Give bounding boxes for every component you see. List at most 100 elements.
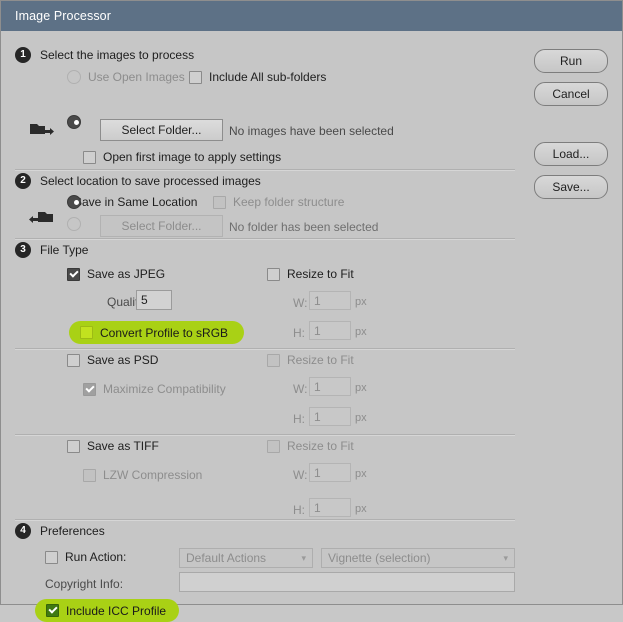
tiff-height-unit: px bbox=[355, 503, 367, 515]
resize-to-fit-tiff-label: Resize to Fit bbox=[287, 439, 354, 453]
quality-input[interactable]: 5 bbox=[136, 290, 172, 310]
save-as-tiff-label: Save as TIFF bbox=[87, 439, 159, 453]
use-open-images-label: Use Open Images bbox=[88, 70, 185, 84]
run-button-label: Run bbox=[559, 54, 582, 68]
action-buttons-column: Run Cancel Load... Save... bbox=[517, 31, 622, 604]
section-divider-1 bbox=[15, 169, 515, 171]
open-first-image-label: Open first image to apply settings bbox=[103, 150, 282, 164]
checkbox-indicator bbox=[83, 150, 96, 164]
checkbox-indicator[interactable] bbox=[46, 604, 59, 617]
copyright-info-input[interactable] bbox=[179, 572, 515, 592]
tiff-width-input[interactable]: 1 bbox=[309, 463, 351, 482]
include-subfolders-checkbox[interactable]: Include All sub-folders bbox=[189, 70, 326, 84]
resize-to-fit-jpeg-label: Resize to Fit bbox=[287, 267, 354, 281]
checkbox-indicator bbox=[189, 70, 202, 84]
action-value: Vignette (selection) bbox=[328, 551, 431, 565]
save-button-label: Save... bbox=[552, 180, 590, 194]
checkbox-indicator bbox=[67, 267, 80, 281]
checkbox-indicator bbox=[267, 439, 280, 453]
chevron-down-icon: ▾ bbox=[503, 552, 508, 563]
jpeg-height-input[interactable]: 1 bbox=[309, 321, 351, 340]
checkbox-indicator bbox=[83, 468, 96, 482]
settings-column: 1 Select the images to process Use Open … bbox=[1, 31, 517, 622]
select-folder-button-source[interactable]: Select Folder... bbox=[100, 119, 223, 141]
folder-export-icon bbox=[30, 124, 54, 135]
section-2-header: 2 Select location to save processed imag… bbox=[15, 173, 261, 189]
action-dropdown[interactable]: Vignette (selection) ▾ bbox=[321, 548, 515, 568]
dialog-body: 1 Select the images to process Use Open … bbox=[1, 31, 622, 622]
filetype-divider-2 bbox=[15, 434, 515, 436]
cancel-button-label: Cancel bbox=[552, 87, 590, 101]
radio-indicator bbox=[67, 115, 81, 129]
checkbox-indicator bbox=[67, 439, 80, 453]
save-as-psd-label: Save as PSD bbox=[87, 353, 159, 367]
section-divider-3 bbox=[15, 519, 515, 521]
section-divider-2 bbox=[15, 238, 515, 240]
run-action-label: Run Action: bbox=[65, 550, 127, 564]
filetype-divider-1 bbox=[15, 348, 515, 350]
run-action-checkbox[interactable]: Run Action: bbox=[45, 550, 126, 564]
jpeg-height-label: H: bbox=[293, 326, 305, 340]
select-folder-button-label: Select Folder... bbox=[121, 123, 202, 137]
resize-to-fit-psd-checkbox: Resize to Fit bbox=[267, 353, 354, 367]
section-1-header: 1 Select the images to process bbox=[15, 47, 194, 63]
save-as-jpeg-label: Save as JPEG bbox=[87, 267, 166, 281]
include-icc-profile-highlight[interactable]: Include ICC Profile bbox=[35, 599, 179, 622]
section-2-badge: 2 bbox=[15, 173, 31, 189]
include-icc-profile-label: Include ICC Profile bbox=[66, 603, 167, 618]
resize-to-fit-jpeg-checkbox[interactable]: Resize to Fit bbox=[267, 267, 354, 281]
psd-height-input[interactable]: 1 bbox=[309, 407, 351, 426]
lzw-compression-checkbox: LZW Compression bbox=[83, 468, 202, 482]
load-button-label: Load... bbox=[552, 147, 590, 161]
checkbox-indicator bbox=[67, 353, 80, 367]
open-first-image-checkbox[interactable]: Open first image to apply settings bbox=[83, 150, 281, 164]
resize-to-fit-psd-label: Resize to Fit bbox=[287, 353, 354, 367]
section-1-title: Select the images to process bbox=[40, 48, 195, 62]
maximize-compatibility-label: Maximize Compatibility bbox=[103, 382, 226, 396]
section-4-title: Preferences bbox=[40, 524, 105, 538]
section-2-title: Select location to save processed images bbox=[40, 174, 261, 188]
no-images-status: No images have been selected bbox=[229, 124, 394, 138]
psd-width-unit: px bbox=[355, 382, 367, 394]
psd-height-label: H: bbox=[293, 412, 305, 426]
section-3-header: 3 File Type bbox=[15, 242, 88, 258]
convert-profile-srgb-label: Convert Profile to sRGB bbox=[100, 325, 229, 340]
select-folder-button-destination: Select Folder... bbox=[100, 215, 223, 237]
lzw-compression-label: LZW Compression bbox=[103, 468, 203, 482]
window-title: Image Processor bbox=[15, 9, 111, 23]
chevron-down-icon: ▾ bbox=[301, 552, 306, 563]
convert-profile-srgb-highlight[interactable]: Convert Profile to sRGB bbox=[69, 321, 244, 344]
no-folder-status: No folder has been selected bbox=[229, 220, 379, 234]
section-4-badge: 4 bbox=[15, 523, 31, 539]
keep-folder-structure-checkbox: Keep folder structure bbox=[213, 195, 344, 209]
run-button[interactable]: Run bbox=[534, 49, 608, 73]
maximize-compatibility-checkbox: Maximize Compatibility bbox=[83, 382, 226, 396]
save-as-psd-checkbox[interactable]: Save as PSD bbox=[67, 353, 158, 367]
save-as-jpeg-checkbox[interactable]: Save as JPEG bbox=[67, 267, 165, 281]
radio-indicator bbox=[67, 70, 81, 84]
save-as-tiff-checkbox[interactable]: Save as TIFF bbox=[67, 439, 159, 453]
use-open-images-radio[interactable]: Use Open Images bbox=[67, 70, 185, 84]
psd-height-unit: px bbox=[355, 412, 367, 424]
tiff-height-label: H: bbox=[293, 503, 305, 517]
jpeg-width-input[interactable]: 1 bbox=[309, 291, 351, 310]
checkbox-indicator bbox=[45, 550, 58, 564]
psd-width-input[interactable]: 1 bbox=[309, 377, 351, 396]
keep-folder-structure-label: Keep folder structure bbox=[233, 195, 345, 209]
action-set-dropdown[interactable]: Default Actions ▾ bbox=[179, 548, 313, 568]
jpeg-width-unit: px bbox=[355, 296, 367, 308]
tiff-height-input[interactable]: 1 bbox=[309, 498, 351, 517]
checkbox-indicator bbox=[267, 353, 280, 367]
section-1-badge: 1 bbox=[15, 47, 31, 63]
save-button[interactable]: Save... bbox=[534, 175, 608, 199]
section-4-header: 4 Preferences bbox=[15, 523, 105, 539]
select-folder-radio-2[interactable] bbox=[67, 217, 81, 231]
image-processor-dialog: Image Processor 1 Select the images to p… bbox=[0, 0, 623, 622]
cancel-button[interactable]: Cancel bbox=[534, 82, 608, 106]
checkbox-indicator[interactable] bbox=[80, 326, 93, 339]
save-same-location-radio[interactable]: Save in Same Location bbox=[67, 195, 197, 209]
jpeg-height-unit: px bbox=[355, 326, 367, 338]
checkbox-indicator bbox=[213, 195, 226, 209]
save-same-location-label: Save in Same Location bbox=[74, 195, 198, 209]
load-button[interactable]: Load... bbox=[534, 142, 608, 166]
